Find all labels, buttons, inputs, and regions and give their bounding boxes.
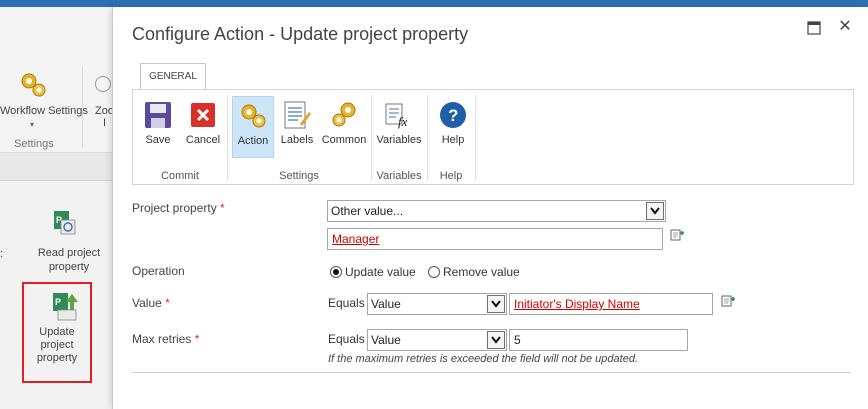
configure-action-dialog: Configure Action - Update project proper…	[112, 7, 868, 409]
read-project-property-action[interactable]: Read project property	[30, 246, 108, 274]
ribbon-divider	[227, 94, 228, 180]
close-icon[interactable]: ✕	[837, 19, 853, 35]
ribbon-group-divider	[82, 66, 83, 148]
value-input[interactable]: Initiator's Display Name	[509, 293, 713, 315]
remove-value-radio[interactable]	[428, 266, 440, 278]
action-gears-icon	[241, 104, 266, 128]
project-property-label: Project property *	[132, 201, 225, 215]
workflow-settings-icon[interactable]	[18, 70, 48, 100]
settings-group-label: Settings	[14, 138, 54, 150]
read-project-property-icon[interactable]: P	[53, 210, 77, 236]
value-type-select[interactable]: Value	[367, 293, 507, 315]
save-label: Save	[145, 134, 171, 146]
form-divider	[132, 372, 851, 373]
help-group-label: Help	[439, 170, 463, 182]
help-label: Help	[441, 134, 465, 146]
value-type-selected: Value	[371, 297, 401, 311]
svg-text:fx: fx	[398, 114, 408, 129]
project-property-label-text: Project property	[132, 201, 217, 215]
operation-label: Operation	[132, 264, 185, 278]
value-label: Value *	[132, 296, 170, 310]
project-property-select[interactable]: Other value...	[327, 200, 666, 222]
ribbon-divider	[371, 94, 372, 180]
settings-group-label: Settings	[279, 170, 319, 182]
max-retries-label-text: Max retries	[132, 332, 192, 346]
initiator-display-name-token: Initiator's Display Name	[514, 297, 640, 311]
dialog-ribbon: Save Cancel Action Labels Common fx Vari…	[132, 89, 854, 185]
update-project-property-icon[interactable]: P	[52, 292, 80, 322]
save-icon	[145, 102, 171, 128]
help-icon: ?	[440, 102, 466, 128]
labels-icon	[284, 101, 311, 129]
project-property-selected: Other value...	[331, 204, 404, 218]
max-retries-type-select[interactable]: Value	[367, 329, 507, 351]
project-property-other-value-input[interactable]: Manager	[327, 228, 663, 250]
max-retries-label: Max retries *	[132, 332, 199, 346]
svg-text:P: P	[55, 297, 61, 307]
update-value-radio[interactable]	[330, 266, 342, 278]
ribbon-divider	[427, 94, 428, 180]
max-retries-comparator: Equals	[328, 332, 365, 346]
insert-reference-icon[interactable]	[721, 294, 736, 308]
common-gears-icon	[332, 102, 356, 127]
common-button[interactable]: Common	[320, 96, 368, 158]
labels-label: Labels	[280, 134, 314, 146]
ribbon-divider	[475, 94, 476, 180]
svg-text:?: ?	[448, 106, 458, 125]
variables-button[interactable]: fx Variables	[375, 96, 423, 158]
panel-item-fragment: :	[0, 248, 4, 260]
zoom-label-line2[interactable]: I	[103, 117, 106, 129]
maximize-icon[interactable]	[807, 21, 821, 35]
required-marker: *	[165, 296, 170, 310]
cancel-icon	[191, 103, 215, 127]
chevron-down-icon[interactable]: ▾	[30, 120, 34, 129]
labels-button[interactable]: Labels	[277, 96, 317, 158]
value-label-text: Value	[132, 296, 162, 310]
save-button[interactable]: Save	[139, 96, 177, 158]
max-retries-type-selected: Value	[371, 333, 401, 347]
manager-token: Manager	[332, 232, 380, 246]
value-comparator: Equals	[328, 296, 365, 310]
remove-value-label[interactable]: Remove value	[443, 265, 520, 279]
help-button[interactable]: ? Help	[433, 96, 473, 158]
zoom-icon[interactable]	[95, 76, 111, 92]
variables-fx-icon: fx	[385, 103, 408, 129]
cancel-label: Cancel	[185, 134, 221, 146]
insert-reference-icon[interactable]	[670, 228, 685, 242]
chevron-down-icon[interactable]	[487, 295, 505, 313]
cancel-button[interactable]: Cancel	[183, 96, 223, 158]
max-retries-hint: If the maximum retries is exceeded the f…	[328, 353, 638, 365]
chevron-down-icon[interactable]	[646, 202, 664, 220]
update-project-property-action[interactable]: Update project property	[24, 326, 90, 365]
variables-group-label: Variables	[376, 170, 422, 182]
chevron-down-icon[interactable]	[487, 331, 505, 349]
top-suite-bar	[0, 0, 868, 7]
action-button[interactable]: Action	[232, 96, 274, 158]
update-value-label[interactable]: Update value	[345, 265, 416, 279]
required-marker: *	[220, 201, 225, 215]
variables-label: Variables	[376, 134, 422, 146]
tab-general[interactable]: GENERAL	[140, 63, 206, 89]
max-retries-input[interactable]: 5	[509, 329, 688, 351]
commit-group-label: Commit	[161, 170, 199, 182]
action-label: Action	[237, 135, 269, 147]
dialog-title: Configure Action - Update project proper…	[132, 24, 469, 44]
actions-panel-header	[0, 153, 112, 181]
required-marker: *	[194, 332, 200, 346]
workflow-settings-label[interactable]: Workflow Settings	[0, 105, 88, 117]
common-label: Common	[321, 134, 367, 146]
